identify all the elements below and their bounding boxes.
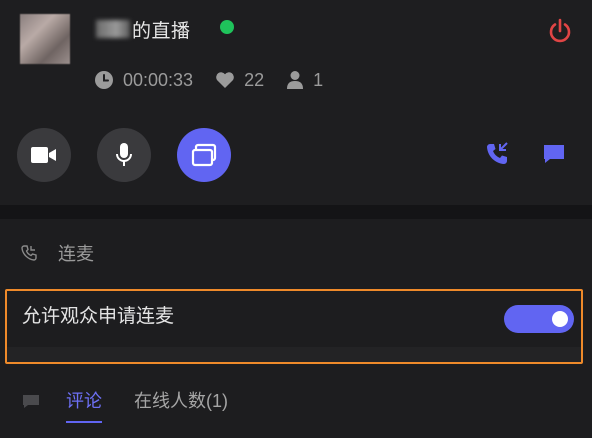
- live-status-dot: [220, 20, 234, 34]
- allow-lianmai-row: 允许观众申请连麦: [5, 289, 583, 364]
- clock-icon: [95, 71, 113, 89]
- chat-button[interactable]: [540, 140, 568, 168]
- section-divider: [0, 205, 592, 219]
- screen-share-button[interactable]: [177, 128, 231, 182]
- phone-call-icon: [487, 142, 508, 164]
- heart-icon: [216, 72, 234, 88]
- screen-share-icon: [191, 143, 217, 167]
- redacted-name: [96, 20, 130, 38]
- allow-lianmai-label: 允许观众申请连麦: [22, 306, 175, 327]
- allow-lianmai-toggle[interactable]: [504, 305, 574, 333]
- streamer-name: 的直播: [96, 16, 191, 42]
- lianmai-title: 连麦: [58, 244, 94, 264]
- toggle-knob: [552, 311, 568, 327]
- camera-icon: [31, 147, 56, 163]
- duration-value: 00:00:33: [123, 69, 194, 90]
- live-stats: 00:00:33 22 1: [94, 68, 345, 92]
- streamer-name-label: 的直播: [132, 20, 191, 42]
- comment-tabs: 评论 在线人数(1): [22, 387, 260, 423]
- comment-icon: [23, 395, 39, 408]
- lianmai-section: 连麦 允许观众申请连麦 评论 在线人数(1): [0, 219, 592, 438]
- chat-icon: [544, 145, 564, 163]
- viewers-value: 1: [313, 69, 324, 90]
- duration-stat: 00:00:33: [94, 70, 193, 91]
- microphone-button[interactable]: [97, 128, 151, 182]
- microphone-icon: [116, 143, 132, 166]
- user-icon: [287, 71, 304, 89]
- tab-comments[interactable]: 评论: [66, 387, 102, 423]
- tab-online-users[interactable]: 在线人数(1): [134, 387, 228, 417]
- lianmai-header: 连麦: [20, 241, 94, 265]
- avatar: [20, 14, 70, 64]
- phone-icon: [21, 245, 37, 261]
- likes-stat: 22: [215, 70, 264, 91]
- end-live-button[interactable]: [545, 16, 575, 46]
- viewers-stat: 1: [286, 70, 323, 91]
- likes-value: 22: [244, 69, 265, 90]
- camera-button[interactable]: [17, 128, 71, 182]
- live-control-panel: 的直播 00:00:33 22 1 连麦 允许观众申请连麦 评论 在线人数(1): [0, 0, 592, 438]
- call-connect-button[interactable]: [483, 140, 511, 168]
- power-icon: [549, 18, 571, 43]
- live-header: 的直播 00:00:33 22 1: [0, 0, 592, 205]
